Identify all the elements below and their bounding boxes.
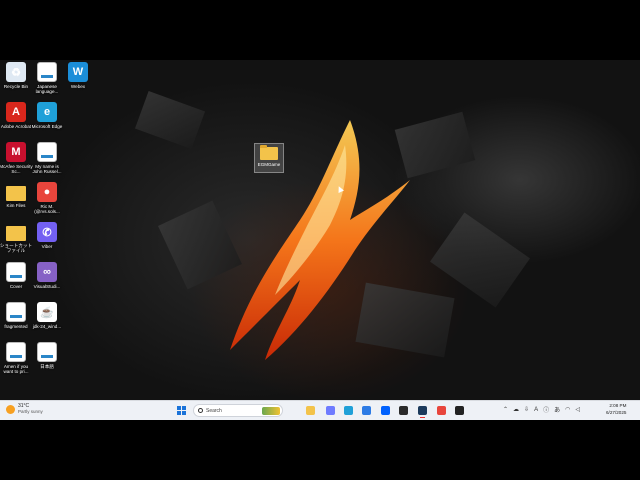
search-icon — [198, 408, 203, 413]
download-icon[interactable]: ⇩ — [524, 406, 529, 413]
chrome-icon[interactable] — [437, 406, 446, 415]
terminal-icon[interactable] — [399, 406, 408, 415]
desktop-icon-label: My name is John Russel... — [32, 164, 62, 175]
desktop-icon[interactable]: Cover — [0, 262, 32, 289]
desktop-icon[interactable]: Amen if you want to pri... — [0, 342, 32, 375]
desktop-icon[interactable]: ✆ Viber — [31, 222, 63, 249]
desktop-icon[interactable]: ショートカットファイル — [0, 222, 32, 254]
store-icon[interactable] — [362, 406, 371, 415]
search-highlight-image — [262, 406, 280, 415]
folder-shortcut-icon — [6, 226, 26, 241]
desktop-icon-label: VisualStudi... — [33, 284, 61, 289]
desktop-icon-label: Microsoft Edge — [31, 124, 63, 129]
desktop-icon[interactable]: e Microsoft Edge — [31, 102, 63, 129]
cloud-icon[interactable]: ☁ — [513, 406, 519, 413]
document-icon — [6, 302, 26, 322]
system-tray: ⌃ ☁ ⇩ A ⓘ あ ◠ ◁ — [503, 405, 580, 415]
desktop-icon[interactable]: ● Ric M. (@rvs.sols... — [31, 182, 63, 215]
webex-icon: W — [68, 62, 88, 82]
clock-date: 6/27/2025 — [606, 409, 627, 415]
desktop-icon[interactable]: ∞ VisualStudi... — [31, 262, 63, 289]
volume-icon[interactable]: ◁ — [575, 406, 580, 413]
desktop-icon-label: Japanese language... — [35, 84, 59, 95]
edge-icon[interactable] — [344, 406, 353, 415]
desktop-icon[interactable]: fragmented — [0, 302, 32, 329]
desktop-icon-label: Viber — [41, 244, 53, 249]
sun-icon — [6, 404, 15, 414]
desktop-icon[interactable]: ☕ jdk-24_wind... — [31, 302, 63, 329]
desktop-icon-label: Adobe Acrobat — [0, 124, 32, 129]
desktop-icon-label: Recycle Bin — [3, 84, 29, 89]
search-placeholder: Search — [206, 407, 222, 414]
desktop-icon-label: Cover — [9, 284, 23, 289]
language-indicator[interactable]: A — [534, 407, 538, 413]
desktop-icon-label: Amen if you want to pri... — [3, 364, 29, 375]
desktop-icon[interactable]: W Webex — [62, 62, 94, 89]
edge-icon: e — [37, 102, 57, 122]
dropbox-icon[interactable] — [381, 406, 390, 415]
desktop-icon-label: Kim Files — [6, 203, 26, 208]
chevron-up-icon[interactable]: ⌃ — [503, 406, 508, 413]
desktop-icon-label: ショートカットファイル — [0, 243, 33, 254]
acrobat-icon: A — [6, 102, 26, 122]
desktop-icon[interactable]: Kim Files — [0, 182, 32, 208]
document-icon — [37, 142, 57, 162]
mcafee-icon: M — [6, 142, 26, 162]
desktop-icon-label: McAfee Security Sc... — [0, 164, 33, 175]
flame-wallpaper — [230, 120, 410, 360]
desktop-icon-label: 日本語 — [40, 364, 54, 369]
taskbar-clock[interactable]: 2:08 PM 6/27/2025 — [606, 403, 626, 416]
weather-condition: Partly sunny — [18, 409, 43, 414]
viber-icon: ✆ — [37, 222, 57, 242]
desktop-icon[interactable]: My name is John Russel... — [31, 142, 63, 175]
document-icon — [37, 62, 57, 82]
weather-widget[interactable]: 31°C Partly sunny — [6, 403, 43, 415]
document-icon — [37, 342, 57, 362]
desktop-icon[interactable]: ♻ Recycle Bin — [0, 62, 32, 89]
desktop-icon[interactable]: 日本語 — [31, 342, 63, 369]
chrome-icon: ● — [37, 182, 57, 202]
document-icon — [6, 262, 26, 282]
desktop-icon-label: Ric M. (@rvs.sols... — [34, 204, 60, 215]
capture-icon[interactable] — [418, 406, 427, 418]
copilot-icon[interactable] — [326, 406, 335, 415]
java-icon: ☕ — [37, 302, 57, 322]
wifi-icon[interactable]: ◠ — [565, 406, 570, 413]
folder-icon — [6, 186, 26, 201]
desktop-icon[interactable]: A Adobe Acrobat — [0, 102, 32, 129]
taskbar-search-box[interactable]: Search — [193, 404, 283, 417]
info-icon[interactable]: ⓘ — [543, 405, 549, 414]
desktop-icon-label: fragmented — [4, 324, 28, 329]
recycle-bin-icon: ♻ — [6, 62, 26, 82]
ime-indicator[interactable]: あ — [554, 405, 560, 414]
desktop-folder-egmgame[interactable]: EGMGame — [254, 143, 284, 173]
start-button[interactable] — [177, 406, 186, 415]
obs-icon[interactable] — [455, 406, 464, 415]
file-explorer-icon[interactable] — [306, 406, 315, 415]
document-icon — [6, 342, 26, 362]
visual-studio-icon: ∞ — [37, 262, 57, 282]
desktop-icon[interactable]: Japanese language... — [31, 62, 63, 95]
desktop-icon[interactable]: M McAfee Security Sc... — [0, 142, 33, 175]
taskbar: 31°C Partly sunny Search ⌃ ☁ ⇩ A ⓘ あ ◠ ◁… — [0, 400, 640, 420]
desktop-folder-label: EGMGame — [257, 162, 281, 167]
desktop-icon-label: Webex — [70, 84, 86, 89]
desktop: ♻ Recycle Bin Japanese language... W Webex A A… — [0, 60, 640, 420]
windows-logo-icon — [177, 406, 181, 410]
folder-icon — [260, 145, 278, 160]
desktop-icon-label: jdk-24_wind... — [32, 324, 62, 329]
